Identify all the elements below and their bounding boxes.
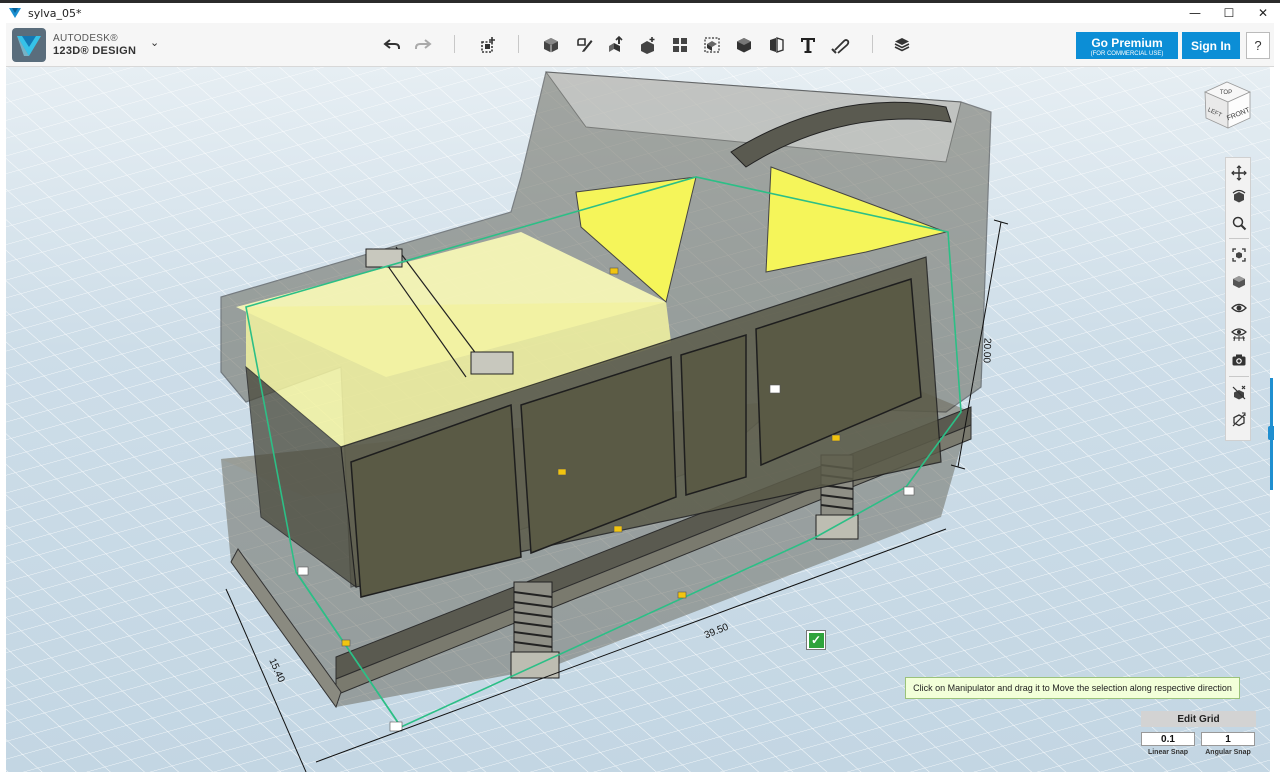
angular-snap-label: Angular Snap <box>1205 749 1251 756</box>
undo-icon[interactable] <box>380 33 404 57</box>
linear-snap-input[interactable] <box>1141 732 1195 746</box>
combine-icon[interactable] <box>732 33 756 57</box>
sketch-icon[interactable] <box>572 33 596 57</box>
scene-canvas[interactable] <box>6 67 1270 772</box>
hint-tooltip: Click on Manipulator and drag it to Move… <box>905 677 1240 699</box>
manipulator-handle[interactable] <box>831 434 841 442</box>
dimension-height-label[interactable]: 20.00 <box>981 338 993 363</box>
go-premium-button[interactable]: Go Premium (FOR COMMERCIAL USE) <box>1076 32 1178 59</box>
pan-icon[interactable] <box>1228 162 1250 184</box>
window-controls: — ☐ ✕ <box>1178 3 1280 23</box>
window-bottom-edge <box>0 772 1280 776</box>
fit-icon[interactable] <box>1228 244 1250 266</box>
title-bar: sylva_05* — ☐ ✕ <box>0 3 1280 23</box>
brand-product: 123D® DESIGN <box>53 45 137 57</box>
manipulator-handle[interactable] <box>769 384 781 394</box>
pattern-icon[interactable] <box>668 33 692 57</box>
snap-icon[interactable] <box>828 33 852 57</box>
manipulator-handle[interactable] <box>341 639 351 647</box>
go-premium-sublabel: (FOR COMMERCIAL USE) <box>1090 50 1164 57</box>
primitives-icon[interactable] <box>539 33 563 57</box>
sign-in-button[interactable]: Sign In <box>1182 32 1240 59</box>
toolbar-divider <box>454 35 455 53</box>
manipulator-handle[interactable] <box>557 468 567 476</box>
minimize-button[interactable]: — <box>1178 3 1212 23</box>
manipulator-handle[interactable] <box>677 591 687 599</box>
view-mode-icon[interactable] <box>1228 271 1250 293</box>
linear-snap-label: Linear Snap <box>1147 749 1189 756</box>
checkmark-icon: ✓ <box>808 632 824 648</box>
modify-icon[interactable] <box>636 33 660 57</box>
orbit-icon[interactable] <box>1228 186 1250 208</box>
app-menu-button[interactable]: AUTODESK® 123D® DESIGN <box>12 28 136 62</box>
brand-company: AUTODESK® <box>53 33 118 44</box>
window-left-edge <box>0 67 6 776</box>
edit-grid-panel: Edit Grid Linear Snap Angular Snap <box>1141 711 1256 761</box>
grid-visibility-icon[interactable] <box>1228 323 1250 345</box>
edit-grid-button[interactable]: Edit Grid <box>1141 711 1256 727</box>
text-icon[interactable] <box>796 33 820 57</box>
brand-text: AUTODESK® 123D® DESIGN <box>53 33 136 57</box>
measure-icon[interactable] <box>764 33 788 57</box>
visibility-icon[interactable] <box>1228 297 1250 319</box>
material-toggle-icon[interactable] <box>1228 382 1250 404</box>
maximize-button[interactable]: ☐ <box>1212 3 1246 23</box>
confirm-move-button[interactable]: ✓ <box>806 630 826 650</box>
viewcube-top-label[interactable]: TOP <box>1220 90 1232 96</box>
transform-icon[interactable] <box>476 33 500 57</box>
zoom-icon[interactable] <box>1228 212 1250 234</box>
material-icon[interactable] <box>890 33 914 57</box>
toolbar-divider <box>872 35 873 53</box>
close-button[interactable]: ✕ <box>1246 3 1280 23</box>
angular-snap-input[interactable] <box>1201 732 1255 746</box>
manipulator-handle[interactable] <box>389 721 403 732</box>
go-premium-label: Go Premium <box>1091 35 1163 50</box>
app-window: sylva_05* — ☐ ✕ AUTODESK® 123D® DESIGN ⌄ <box>0 0 1280 776</box>
outline-toggle-icon[interactable] <box>1228 409 1250 431</box>
window-title: sylva_05* <box>28 6 82 20</box>
chevron-down-icon[interactable]: ⌄ <box>150 36 159 49</box>
navigation-bar <box>1225 157 1251 441</box>
manipulator-handle[interactable] <box>297 566 309 576</box>
navbar-divider <box>1229 238 1249 239</box>
group-icon[interactable] <box>700 33 724 57</box>
viewcube[interactable]: TOP LEFT FRONT <box>1198 78 1256 134</box>
toolbar-divider <box>518 35 519 53</box>
main-toolbar: AUTODESK® 123D® DESIGN ⌄ Go Premium (FOR… <box>6 23 1274 67</box>
panel-expand-tab[interactable] <box>1268 426 1274 440</box>
construct-icon[interactable] <box>604 33 628 57</box>
manipulator-handle[interactable] <box>609 267 619 275</box>
app-logo-icon <box>9 8 21 18</box>
model-spring-left[interactable] <box>510 581 560 679</box>
redo-icon[interactable] <box>411 33 435 57</box>
autodesk-logo-icon <box>12 28 46 62</box>
camera-icon[interactable] <box>1228 349 1250 371</box>
manipulator-handle[interactable] <box>613 525 623 533</box>
help-button[interactable]: ? <box>1246 32 1270 59</box>
navbar-divider <box>1229 376 1249 377</box>
manipulator-handle[interactable] <box>903 486 915 496</box>
3d-viewport[interactable] <box>6 67 1270 772</box>
